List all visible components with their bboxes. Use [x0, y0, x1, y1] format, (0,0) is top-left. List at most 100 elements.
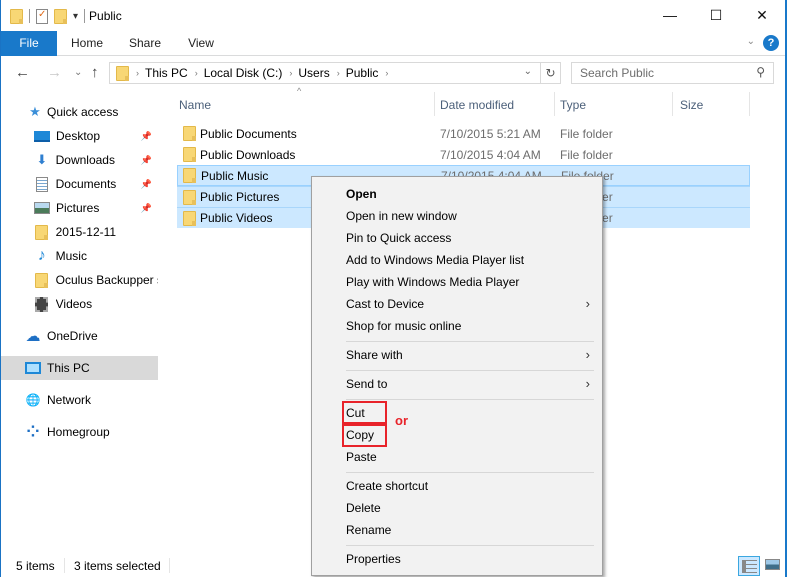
refresh-button[interactable]: ↻	[540, 63, 560, 83]
address-bar[interactable]: › This PC › Local Disk (C:) › Users › Pu…	[109, 62, 561, 84]
menu-item-label: Play with Windows Media Player	[346, 275, 520, 289]
sidebar-item-documents[interactable]: Documents 📌	[1, 172, 158, 196]
folder-icon	[34, 224, 50, 240]
breadcrumb-this-pc[interactable]: This PC	[145, 66, 188, 80]
sidebar-item-2015-12-11[interactable]: 2015-12-11	[1, 220, 158, 244]
column-header-size[interactable]: Size	[680, 95, 703, 115]
properties-icon[interactable]	[36, 8, 48, 24]
menu-item-open[interactable]: Open	[312, 183, 602, 205]
menu-item-share-with[interactable]: Share with ›	[312, 344, 602, 366]
pin-icon[interactable]: 📌	[141, 131, 152, 142]
date-modified: 7/10/2015 5:21 AM	[440, 126, 541, 141]
menu-item-add-to-wmp-list[interactable]: Add to Windows Media Player list	[312, 249, 602, 271]
menu-item-paste[interactable]: Paste	[312, 446, 602, 468]
navigation-pane: ★ Quick access Desktop 📌 ⬇ Downloads 📌 D…	[1, 90, 159, 540]
breadcrumb-users[interactable]: Users	[298, 66, 329, 80]
tab-home[interactable]: Home	[63, 31, 111, 56]
menu-item-pin-to-quick-access[interactable]: Pin to Quick access	[312, 227, 602, 249]
tab-file[interactable]: File	[1, 31, 57, 56]
minimize-button[interactable]: —	[647, 0, 693, 30]
menu-item-label: Open	[346, 187, 377, 201]
maximize-button[interactable]: ☐	[693, 0, 739, 30]
menu-item-cast-to-device[interactable]: Cast to Device ›	[312, 293, 602, 315]
table-row[interactable]: Public Downloads 7/10/2015 4:04 AM File …	[177, 144, 750, 165]
column-header-name[interactable]: Name	[179, 95, 211, 115]
sidebar-item-oculus-backupper[interactable]: Oculus Backupper s	[1, 268, 158, 292]
sidebar-item-homegroup[interactable]: ⁘ Homegroup	[1, 420, 158, 444]
new-folder-icon[interactable]	[54, 8, 67, 24]
selection-count: 3 items selected	[74, 559, 161, 573]
chevron-down-icon[interactable]: ⌄	[747, 36, 755, 47]
details-view-button[interactable]	[738, 556, 760, 576]
sidebar-item-music[interactable]: ♪ Music	[1, 244, 158, 268]
column-divider[interactable]	[434, 92, 435, 116]
close-button[interactable]: ✕	[739, 0, 785, 30]
chevron-right-icon[interactable]: ›	[289, 68, 292, 78]
folder-icon	[183, 126, 196, 141]
sidebar-item-label: Oculus Backupper s	[55, 273, 158, 287]
search-input[interactable]	[572, 63, 742, 83]
item-count: 5 items	[16, 559, 55, 573]
sidebar-item-label: Videos	[55, 297, 93, 311]
menu-item-shop-for-music-online[interactable]: Shop for music online	[312, 315, 602, 337]
pin-icon[interactable]: 📌	[141, 155, 152, 166]
back-button[interactable]: ←	[15, 64, 30, 81]
menu-item-label: Create shortcut	[346, 479, 429, 493]
sidebar-item-label: Homegroup	[47, 425, 110, 439]
large-icons-view-button[interactable]	[761, 556, 783, 576]
column-header-type[interactable]: Type	[560, 95, 586, 115]
column-divider[interactable]	[749, 92, 750, 116]
tab-view[interactable]: View	[177, 31, 225, 56]
videos-icon	[34, 296, 50, 312]
menu-item-label: Paste	[346, 450, 377, 464]
chevron-right-icon[interactable]: ›	[136, 68, 139, 78]
address-history-dropdown[interactable]: ⌄	[524, 66, 532, 77]
menu-item-label: Cast to Device	[346, 297, 425, 311]
folder-icon	[183, 147, 196, 162]
menu-item-label: Send to	[346, 377, 388, 391]
up-button[interactable]: ↑	[91, 64, 99, 81]
column-divider[interactable]	[554, 92, 555, 116]
menu-item-create-shortcut[interactable]: Create shortcut	[312, 475, 602, 497]
chevron-right-icon[interactable]: ›	[195, 68, 198, 78]
file-type: File folder	[560, 126, 613, 141]
tab-share[interactable]: Share	[121, 31, 169, 56]
menu-divider	[346, 370, 594, 371]
breadcrumb-public[interactable]: Public	[346, 66, 379, 80]
menu-item-properties[interactable]: Properties	[312, 548, 602, 570]
folder-icon	[10, 8, 23, 24]
chevron-right-icon[interactable]: ›	[385, 68, 388, 78]
breadcrumb-local-disk[interactable]: Local Disk (C:)	[204, 66, 283, 80]
menu-item-delete[interactable]: Delete	[312, 497, 602, 519]
network-icon: 🌐	[25, 393, 41, 407]
help-icon[interactable]: ?	[763, 35, 779, 51]
recent-locations-button[interactable]: ⌄	[74, 67, 82, 78]
column-divider[interactable]	[672, 92, 673, 116]
forward-button[interactable]: →	[47, 64, 62, 81]
menu-item-send-to[interactable]: Send to ›	[312, 373, 602, 395]
sidebar-item-downloads[interactable]: ⬇ Downloads 📌	[1, 148, 158, 172]
sidebar-item-quick-access[interactable]: ★ Quick access	[27, 100, 158, 124]
sidebar-item-desktop[interactable]: Desktop 📌	[1, 124, 158, 148]
sidebar-item-onedrive[interactable]: ☁ OneDrive	[1, 324, 158, 348]
pin-icon[interactable]: 📌	[141, 203, 152, 214]
chevron-right-icon: ›	[585, 376, 590, 391]
column-header-date-modified[interactable]: Date modified	[440, 95, 514, 115]
table-row[interactable]: Public Documents 7/10/2015 5:21 AM File …	[177, 123, 750, 144]
search-icon[interactable]: ⚲	[756, 65, 765, 79]
sidebar-item-this-pc[interactable]: This PC	[1, 356, 158, 380]
chevron-right-icon: ›	[585, 296, 590, 311]
sidebar-item-network[interactable]: 🌐 Network	[1, 388, 158, 412]
chevron-right-icon[interactable]: ›	[337, 68, 340, 78]
menu-item-rename[interactable]: Rename	[312, 519, 602, 541]
customize-toolbar-dropdown[interactable]: ▾	[73, 11, 78, 22]
sidebar-item-videos[interactable]: Videos	[1, 292, 158, 316]
menu-item-play-with-wmp[interactable]: Play with Windows Media Player	[312, 271, 602, 293]
menu-item-open-in-new-window[interactable]: Open in new window	[312, 205, 602, 227]
sidebar-item-label: Network	[47, 393, 92, 407]
folder-icon	[183, 168, 196, 183]
pin-icon[interactable]: 📌	[141, 179, 152, 190]
sidebar-item-pictures[interactable]: Pictures 📌	[1, 196, 158, 220]
search-box[interactable]: ⚲	[571, 62, 774, 84]
title-bar: ▾ Public — ☐ ✕	[1, 0, 785, 32]
